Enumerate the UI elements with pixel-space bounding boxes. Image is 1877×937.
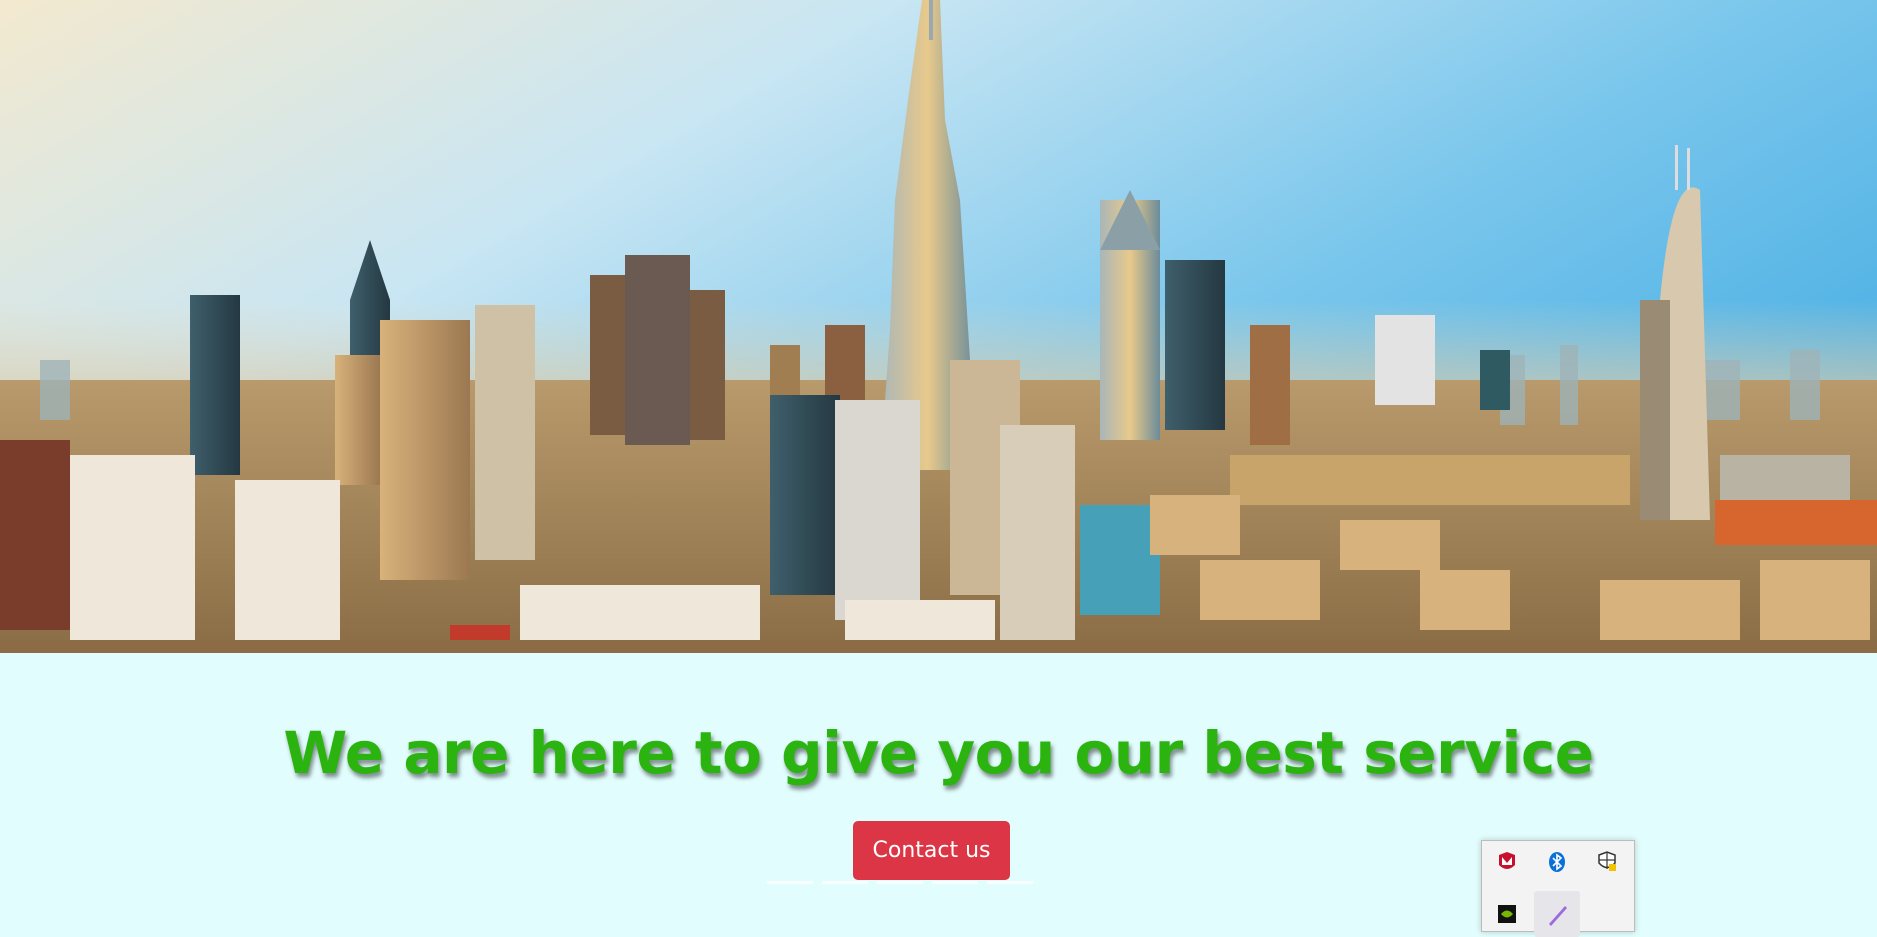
- nvidia-icon[interactable]: [1492, 899, 1522, 929]
- windows-security-icon[interactable]: [1592, 847, 1622, 877]
- pen-icon[interactable]: [1534, 891, 1580, 937]
- carousel-indicator[interactable]: [877, 881, 923, 884]
- system-tray-overflow: [1481, 840, 1635, 937]
- carousel-indicators: [767, 881, 1033, 884]
- bluetooth-icon[interactable]: [1542, 847, 1572, 877]
- hero-banner: [0, 0, 1877, 653]
- dubai-skyline-image: [0, 0, 1877, 653]
- contact-us-button[interactable]: Contact us: [853, 821, 1010, 880]
- mcafee-icon[interactable]: [1492, 847, 1522, 877]
- carousel-indicator[interactable]: [987, 881, 1033, 884]
- carousel-indicator[interactable]: [767, 881, 813, 884]
- headline: We are here to give you our best service: [283, 719, 1594, 787]
- carousel-indicator[interactable]: [932, 881, 978, 884]
- carousel-indicator[interactable]: [822, 881, 868, 884]
